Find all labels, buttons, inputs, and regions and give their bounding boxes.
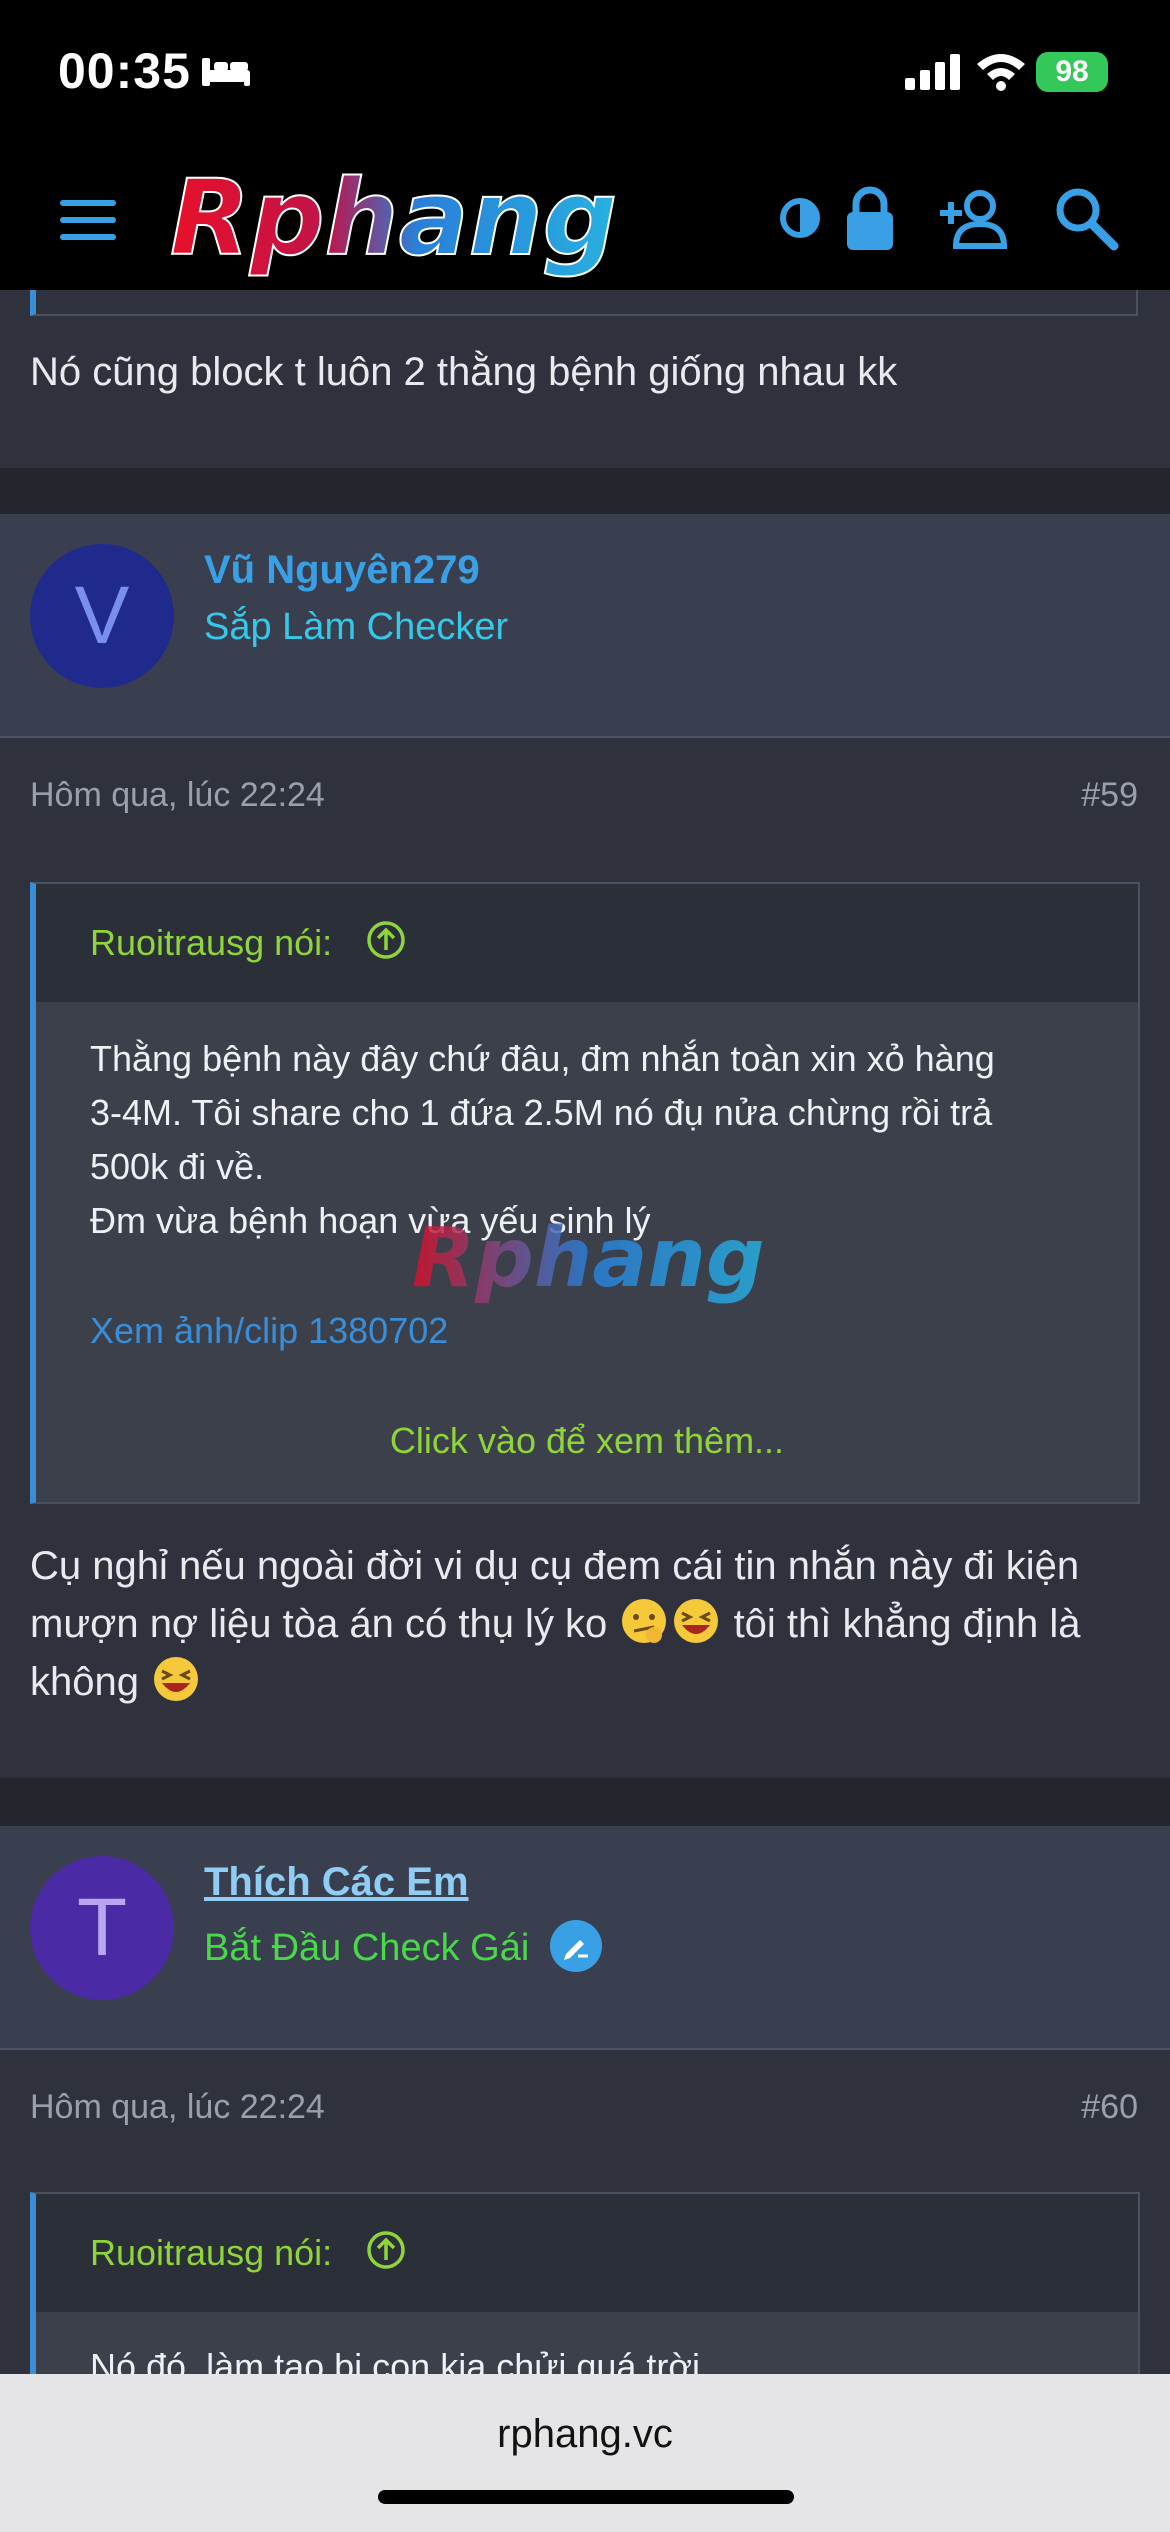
media-link[interactable]: Xem ảnh/clip 1380702 — [90, 1304, 1084, 1358]
previous-post: Nó cũng block t luôn 2 thằng bệnh giống … — [0, 290, 1170, 468]
post-body: Cụ nghỉ nếu ngoài đời vi dụ cụ đem cái t… — [30, 1538, 1140, 1711]
post-text-fragment: mượn nợ liệu tòa án có thụ lý ko — [30, 1602, 608, 1646]
username[interactable]: Thích Các Em — [204, 1860, 469, 1905]
quote-line: 500k đi về. — [90, 1146, 265, 1187]
quote-block: Ruoitrausg nói: Nó đó, làm tao bị con ki… — [30, 2192, 1140, 2392]
avatar[interactable]: V — [30, 544, 174, 688]
laughing-emoji-icon — [674, 1599, 719, 1643]
user-title: Sắp Làm Checker — [204, 606, 509, 648]
quote-block: Ruoitrausg nói: Thằng bệnh này đây chứ đ… — [30, 882, 1140, 1504]
post-text-fragment: tôi thì khẳng định là — [733, 1602, 1081, 1646]
menu-icon[interactable] — [56, 190, 120, 250]
site-logo[interactable]: Rphang — [160, 162, 730, 282]
expand-quote-link[interactable]: Click vào để xem thêm... — [90, 1414, 1084, 1502]
site-header: Rphang — [0, 150, 1170, 290]
quote-header: Ruoitrausg nói: — [36, 884, 1138, 1002]
sleep-mode-icon — [202, 58, 250, 86]
cellular-signal-icon — [905, 54, 960, 90]
post-text-line: mượn nợ liệu tòa án có thụ lý ko tôi thì… — [30, 1595, 1140, 1653]
quote-tail — [30, 290, 1138, 316]
post-text-line: không — [30, 1653, 1140, 1711]
post-separator — [0, 1778, 1170, 1826]
status-time: 00:35 — [58, 43, 191, 99]
quote-line: Thằng bệnh này đây chứ đâu, đm nhắn toàn… — [90, 1038, 995, 1079]
browser-address-bar[interactable]: rphang.vc — [0, 2374, 1170, 2532]
register-icon[interactable] — [938, 180, 1014, 256]
status-bar: 00:35 98 — [0, 0, 1170, 150]
arrow-up-circle-icon[interactable] — [366, 920, 406, 960]
post-text: Nó cũng block t luôn 2 thằng bệnh giống … — [30, 350, 898, 394]
url-text[interactable]: rphang.vc — [0, 2412, 1170, 2457]
watermark-logo: Rphang — [412, 1211, 765, 1306]
post-number[interactable]: #60 — [1081, 2088, 1138, 2127]
quote-author[interactable]: Ruoitrausg nói: — [90, 922, 332, 964]
post-date[interactable]: Hôm qua, lúc 22:24 — [30, 2088, 325, 2127]
post-user-header: T Thích Các Em Bắt Đầu Check Gái — [0, 1826, 1170, 2050]
user-title: Bắt Đầu Check Gái — [204, 1927, 530, 1969]
svg-text:Rphang: Rphang — [170, 162, 617, 279]
post-text-line: Cụ nghỉ nếu ngoài đời vi dụ cụ đem cái t… — [30, 1544, 1080, 1588]
username[interactable]: Vũ Nguyên279 — [204, 548, 480, 593]
quote-author[interactable]: Ruoitrausg nói: — [90, 2232, 332, 2274]
theme-toggle-icon[interactable] — [762, 180, 838, 256]
search-icon[interactable] — [1048, 180, 1124, 256]
user-title-row: Bắt Đầu Check Gái — [204, 1918, 604, 1974]
post-text-fragment: không — [30, 1660, 139, 1704]
post-date[interactable]: Hôm qua, lúc 22:24 — [30, 776, 325, 815]
post-user-header: V Vũ Nguyên279 Sắp Làm Checker — [0, 514, 1170, 738]
post-separator — [0, 468, 1170, 514]
thinking-emoji-icon — [622, 1599, 667, 1643]
avatar[interactable]: T — [30, 1856, 174, 2000]
verified-badge-icon — [549, 1920, 602, 1972]
quote-line: 3-4M. Tôi share cho 1 đứa 2.5M nó đụ nửa… — [90, 1092, 993, 1133]
quote-header: Ruoitrausg nói: — [36, 2194, 1138, 2312]
post-number[interactable]: #59 — [1081, 776, 1138, 815]
svg-text:Rphang: Rphang — [412, 1211, 765, 1306]
post-60: Hôm qua, lúc 22:24 #60 Ruoitrausg nói: N… — [0, 2050, 1170, 2392]
lock-icon[interactable] — [832, 180, 908, 256]
laughing-emoji-icon — [154, 1657, 199, 1701]
battery-indicator: 98 — [1036, 52, 1108, 92]
wifi-icon — [977, 54, 1025, 91]
home-indicator[interactable] — [378, 2490, 794, 2504]
arrow-up-circle-icon[interactable] — [366, 2230, 406, 2270]
